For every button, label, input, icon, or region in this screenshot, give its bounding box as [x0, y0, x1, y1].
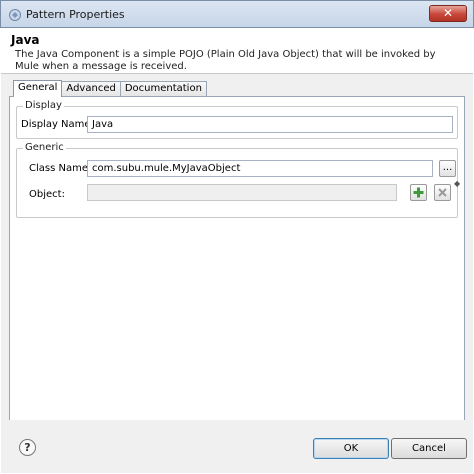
dialog-footer: ? OK Cancel [1, 420, 473, 473]
browse-label: ... [442, 162, 453, 173]
general-tab-panel: Display Display Name: Java Generic Class… [9, 96, 465, 422]
cancel-button[interactable]: Cancel [391, 438, 467, 459]
dialog-body: General Advanced Documentation Display D… [1, 73, 473, 473]
header-title: Java [11, 33, 40, 47]
delete-icon [438, 188, 447, 197]
display-group-label: Display [23, 100, 64, 111]
tab-documentation[interactable]: Documentation [119, 81, 207, 97]
display-name-label: Display Name: [21, 119, 94, 130]
class-name-input[interactable]: com.subu.mule.MyJavaObject [87, 160, 433, 177]
window-title: Pattern Properties [26, 8, 125, 21]
title-bar: Pattern Properties ✕ [0, 0, 474, 28]
close-icon: ✕ [442, 6, 454, 20]
close-button[interactable]: ✕ [429, 5, 467, 22]
display-name-input[interactable]: Java [87, 116, 453, 133]
tab-bar: General Advanced Documentation [13, 80, 207, 97]
browse-class-button[interactable]: ... [439, 160, 456, 177]
class-name-label: Class Name: [29, 163, 92, 174]
dialog-header: Java The Java Component is a simple POJO… [1, 28, 473, 73]
ok-button[interactable]: OK [313, 438, 389, 459]
header-description: The Java Component is a simple POJO (Pla… [15, 49, 436, 72]
tab-advanced[interactable]: Advanced [61, 81, 121, 97]
object-input[interactable] [87, 184, 397, 201]
generic-group-label: Generic [23, 142, 66, 153]
help-icon[interactable]: ? [19, 439, 36, 456]
app-icon [9, 9, 21, 21]
display-group: Display Display Name: Java [16, 100, 458, 139]
object-label: Object: [29, 189, 65, 200]
delete-object-button[interactable] [434, 184, 451, 201]
info-icon: ◆ [454, 179, 461, 188]
generic-group: Generic Class Name: com.subu.mule.MyJava… [16, 142, 461, 218]
tab-general[interactable]: General [13, 80, 63, 97]
add-object-button[interactable] [410, 184, 427, 201]
add-icon [413, 187, 424, 198]
